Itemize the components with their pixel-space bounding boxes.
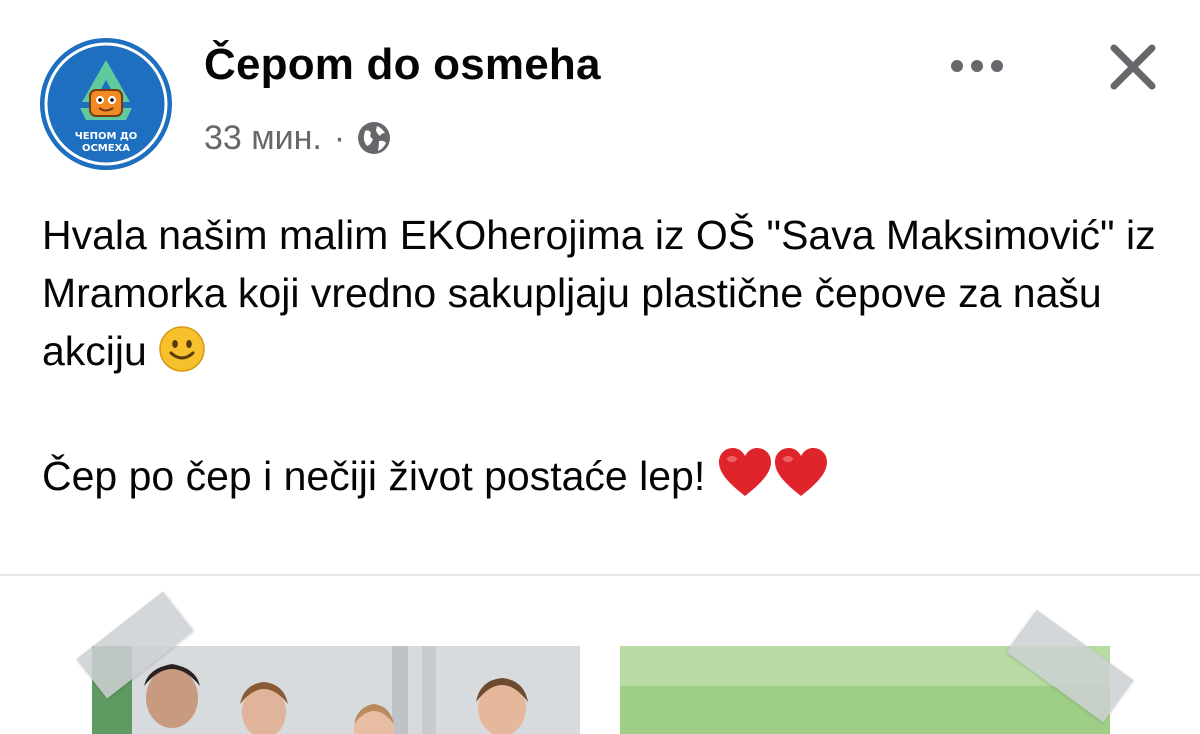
more-horizontal-icon [951, 60, 1003, 72]
facebook-post: ЧЕПОМ ДО ОСМЕХА Čepom do osmeha 33 мин. … [0, 0, 1200, 734]
page-avatar[interactable]: ЧЕПОМ ДО ОСМЕХА [40, 38, 172, 170]
post-time[interactable]: 33 мин. [204, 119, 322, 158]
globe-icon[interactable] [355, 119, 393, 157]
slightly-smiling-face-icon [158, 325, 206, 388]
post-message: Hvala našim malim EKOherojima iz OŠ "Sav… [42, 206, 1172, 513]
page-name-link[interactable]: Čepom do osmeha [204, 40, 601, 90]
meta-separator: · [333, 118, 346, 157]
close-icon [1110, 44, 1156, 90]
red-heart-icon [773, 446, 829, 513]
post-photo-children[interactable] [92, 646, 580, 734]
post-paragraph-2: Čep po čep i nečiji život postaće lep! [42, 446, 1172, 513]
red-heart-icon [717, 446, 773, 513]
recycle-logo-icon: ЧЕПОМ ДО ОСМЕХА [40, 38, 172, 170]
avatar-label-line2: ОСМЕХА [82, 143, 130, 154]
paragraph-1-text: Hvala našim malim EKOherojima iz OŠ "Sav… [42, 212, 1156, 374]
post-meta: 33 мин. · [204, 114, 393, 162]
divider [0, 574, 1200, 576]
post-paragraph-1: Hvala našim malim EKOherojima iz OŠ "Sav… [42, 206, 1172, 388]
paragraph-2-text: Čep po čep i nečiji život postaće lep! [42, 453, 706, 499]
more-options-button[interactable] [944, 44, 1010, 88]
avatar-label-line1: ЧЕПОМ ДО [75, 131, 138, 142]
close-button[interactable] [1100, 34, 1166, 100]
